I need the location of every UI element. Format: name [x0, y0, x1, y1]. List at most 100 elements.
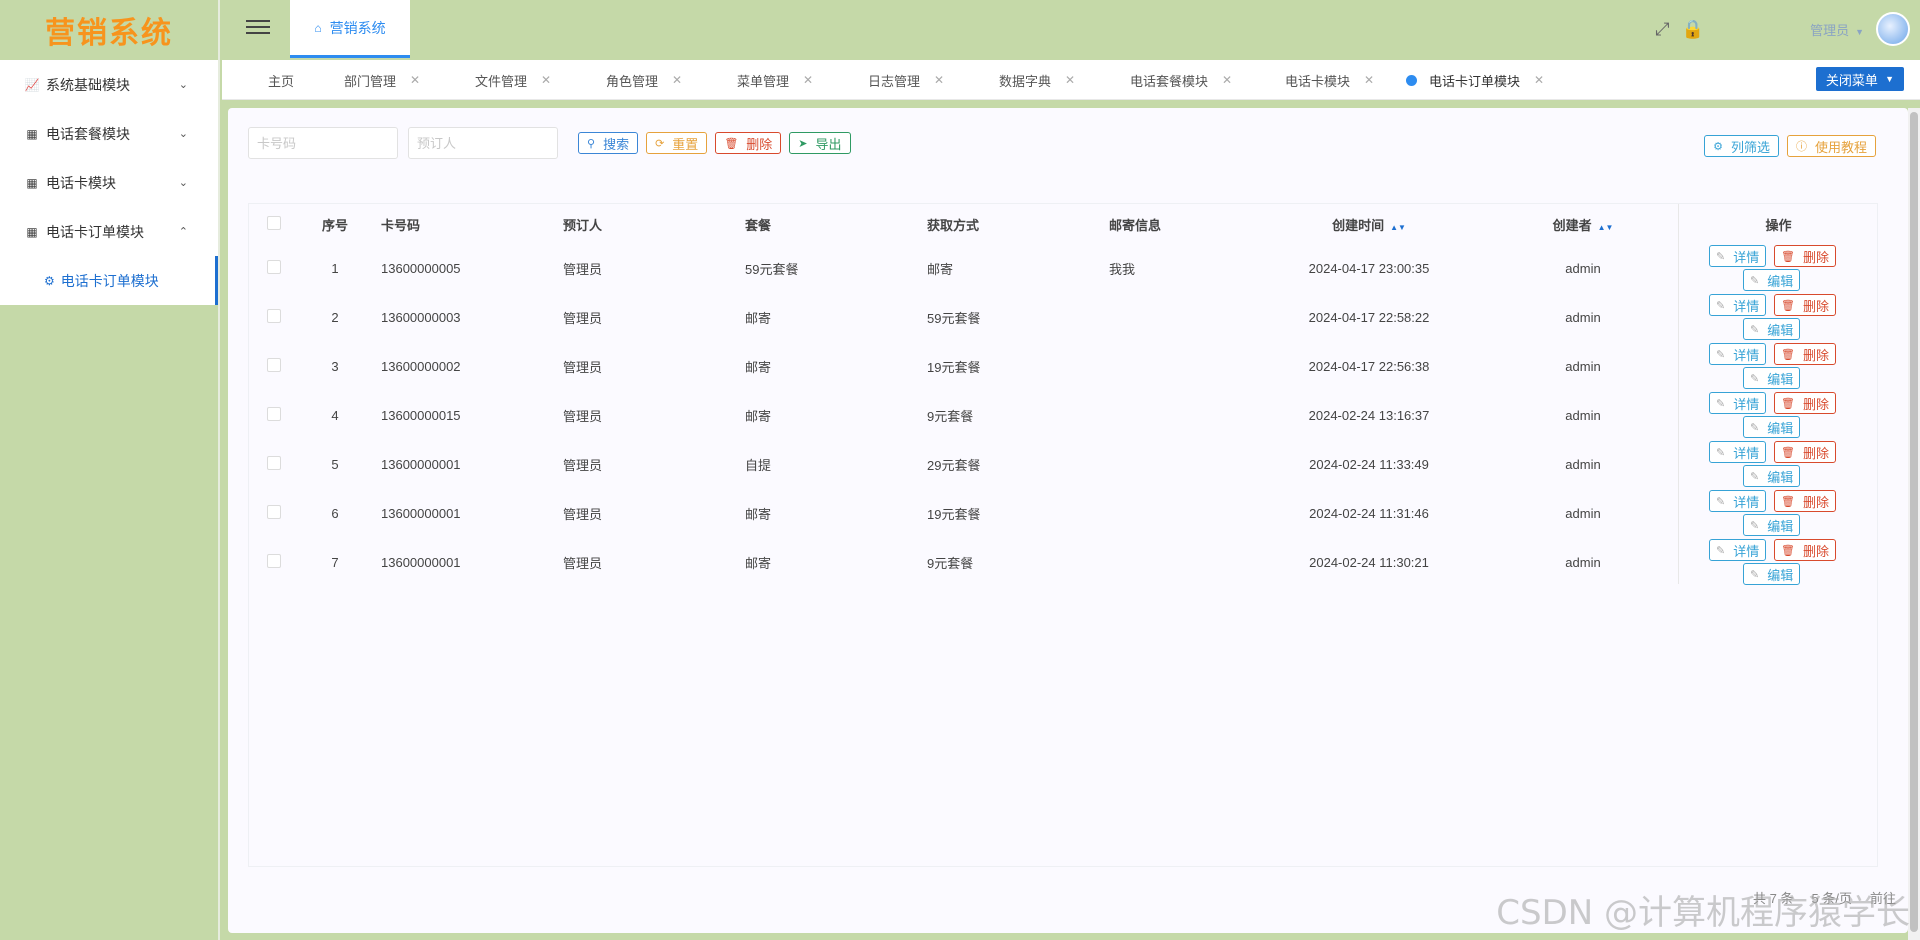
tag-log[interactable]: 日志管理 ✕: [868, 60, 944, 100]
select-all-checkbox[interactable]: [267, 215, 281, 230]
cell-orderer: 管理员: [563, 507, 603, 522]
edit-label: 编辑: [1767, 469, 1794, 485]
close-icon[interactable]: ✕: [410, 73, 420, 87]
close-icon[interactable]: ✕: [1065, 73, 1075, 87]
home-tab[interactable]: ⌂ 营销系统: [290, 0, 410, 58]
card-number-input[interactable]: [248, 127, 398, 159]
row-checkbox[interactable]: [267, 456, 281, 470]
tag-role[interactable]: 角色管理 ✕: [606, 60, 682, 100]
row-checkbox[interactable]: [267, 505, 281, 519]
sidebar-item-card-order[interactable]: ▦ 电话卡订单模块 ⌃: [0, 207, 218, 256]
cell-creator: admin: [1565, 506, 1601, 521]
sidebar-item-system-base[interactable]: 📈 系统基础模块 ⌄: [0, 60, 218, 109]
caret-down-icon: ▼: [1885, 74, 1894, 84]
row-delete-button[interactable]: 🗑 删除: [1774, 539, 1836, 561]
export-button[interactable]: ➤ 导出: [789, 132, 851, 154]
close-icon[interactable]: ✕: [1534, 73, 1544, 87]
close-menu-button[interactable]: 关闭菜单 ▼: [1815, 67, 1904, 91]
tag-dept[interactable]: 部门管理 ✕: [344, 60, 420, 100]
detail-button[interactable]: ✎ 详情: [1709, 441, 1767, 463]
detail-button[interactable]: ✎ 详情: [1709, 343, 1767, 365]
sidebar-subitem-card-order[interactable]: ⚙ 电话卡订单模块: [0, 256, 218, 305]
table-row[interactable]: 5 13600000001 管理员 自提 29元套餐 2024-02-24 11:33:4…: [249, 440, 1671, 489]
row-checkbox[interactable]: [267, 407, 281, 421]
tutorial-button[interactable]: ⓘ 使用教程: [1786, 135, 1876, 157]
reset-button[interactable]: ⟳ 重置: [646, 132, 708, 154]
column-filter-button[interactable]: ⚙ 列筛选: [1704, 135, 1779, 157]
close-icon[interactable]: ✕: [541, 73, 551, 87]
sidebar-item-phone-card[interactable]: ▦ 电话卡模块 ⌄: [0, 158, 218, 207]
cell-created-time: 2024-04-17 22:58:22: [1308, 310, 1430, 325]
sidebar-menu: 📈 系统基础模块 ⌄ ▦ 电话套餐模块 ⌄ ▦ 电话卡模块 ⌄ ▦ 电话卡订单模…: [0, 60, 218, 305]
row-delete-button[interactable]: 🗑 删除: [1774, 441, 1836, 463]
detail-button[interactable]: ✎ 详情: [1709, 245, 1767, 267]
close-icon[interactable]: ✕: [672, 73, 682, 87]
row-delete-button[interactable]: 🗑 删除: [1774, 392, 1836, 414]
sidebar: 营销系统 📈 系统基础模块 ⌄ ▦ 电话套餐模块 ⌄ ▦ 电话卡模块 ⌄ ▦ 电…: [0, 0, 220, 940]
row-checkbox[interactable]: [267, 554, 281, 568]
close-icon[interactable]: ✕: [1364, 73, 1374, 87]
cell-method: 9元套餐: [927, 409, 974, 424]
avatar[interactable]: [1876, 12, 1910, 46]
table-row[interactable]: 1 13600000005 管理员 59元套餐 邮寄 我我 2024-04-17 23:00…: [249, 244, 1671, 293]
tag-label: 角色管理: [606, 73, 659, 89]
tag-menu[interactable]: 菜单管理 ✕: [737, 60, 813, 100]
close-icon[interactable]: ✕: [803, 73, 813, 87]
row-delete-button[interactable]: 🗑 删除: [1774, 490, 1836, 512]
table-row[interactable]: 3 13600000002 管理员 邮寄 19元套餐 2024-04-17 22:56:3…: [249, 342, 1671, 391]
sort-icon[interactable]: ▲▼: [1598, 223, 1614, 232]
edit-label: 编辑: [1767, 371, 1794, 387]
orderer-input[interactable]: [408, 127, 558, 159]
col-created-time[interactable]: 创建时间 ▲▼: [1243, 204, 1495, 244]
tag-phone-package[interactable]: 电话套餐模块 ✕: [1130, 60, 1232, 100]
sidebar-item-phone-package[interactable]: ▦ 电话套餐模块 ⌄: [0, 109, 218, 158]
edit-button[interactable]: ✎ 编辑: [1743, 563, 1801, 585]
row-checkbox[interactable]: [267, 358, 281, 372]
sort-icon[interactable]: ▲▼: [1390, 223, 1406, 232]
detail-button[interactable]: ✎ 详情: [1709, 539, 1767, 561]
close-icon[interactable]: ✕: [934, 73, 944, 87]
detail-button[interactable]: ✎ 详情: [1709, 294, 1767, 316]
tag-file[interactable]: 文件管理 ✕: [475, 60, 551, 100]
fullscreen-icon[interactable]: ⤢: [1655, 19, 1669, 40]
col-package: 套餐: [745, 217, 772, 233]
row-checkbox[interactable]: [267, 309, 281, 323]
row-checkbox[interactable]: [267, 260, 281, 274]
edit-button[interactable]: ✎ 编辑: [1743, 269, 1801, 291]
user-name: 管理员: [1810, 22, 1850, 38]
table-row[interactable]: 6 13600000001 管理员 邮寄 19元套餐 2024-02-24 11:31:4…: [249, 489, 1671, 538]
edit-button[interactable]: ✎ 编辑: [1743, 514, 1801, 536]
scrollbar[interactable]: [1908, 108, 1920, 940]
delete-label: 删除: [1802, 249, 1829, 265]
row-delete-button[interactable]: 🗑 删除: [1774, 294, 1836, 316]
cell-mail: [1099, 293, 1243, 342]
scrollbar-thumb[interactable]: [1910, 112, 1918, 932]
close-icon[interactable]: ✕: [1222, 73, 1232, 87]
table-row[interactable]: 2 13600000003 管理员 邮寄 59元套餐 2024-04-17 22:58:2…: [249, 293, 1671, 342]
user-menu[interactable]: 管理员 ▼: [1810, 20, 1864, 39]
tag-home[interactable]: 主页: [268, 60, 294, 100]
cell-package: 邮寄: [745, 556, 772, 571]
edit-button[interactable]: ✎ 编辑: [1743, 416, 1801, 438]
detail-button[interactable]: ✎ 详情: [1709, 490, 1767, 512]
cell-creator: admin: [1565, 310, 1601, 325]
search-button[interactable]: ⚲ 搜索: [578, 132, 639, 154]
tag-phone-card[interactable]: 电话卡模块 ✕: [1285, 60, 1374, 100]
trash-icon: 🗑: [1781, 544, 1795, 557]
edit-label: 编辑: [1767, 420, 1794, 436]
lock-icon[interactable]: 🔒: [1682, 19, 1704, 40]
detail-button[interactable]: ✎ 详情: [1709, 392, 1767, 414]
delete-button[interactable]: 🗑 删除: [715, 132, 782, 154]
tag-card-order[interactable]: 电话卡订单模块 ✕: [1406, 60, 1544, 100]
edit-button[interactable]: ✎ 编辑: [1743, 465, 1801, 487]
row-delete-button[interactable]: 🗑 删除: [1774, 343, 1836, 365]
table-row[interactable]: 4 13600000015 管理员 邮寄 9元套餐 2024-02-24 13:16:37…: [249, 391, 1671, 440]
edit-button[interactable]: ✎ 编辑: [1743, 318, 1801, 340]
col-creator[interactable]: 创建者 ▲▼: [1495, 204, 1671, 244]
edit-button[interactable]: ✎ 编辑: [1743, 367, 1801, 389]
row-delete-button[interactable]: 🗑 删除: [1774, 245, 1836, 267]
tag-dict[interactable]: 数据字典 ✕: [999, 60, 1075, 100]
tutorial-label: 使用教程: [1814, 139, 1867, 155]
menu-toggle-icon[interactable]: [246, 16, 270, 40]
table-row[interactable]: 7 13600000001 管理员 邮寄 9元套餐 2024-02-24 11:30:21…: [249, 538, 1671, 587]
